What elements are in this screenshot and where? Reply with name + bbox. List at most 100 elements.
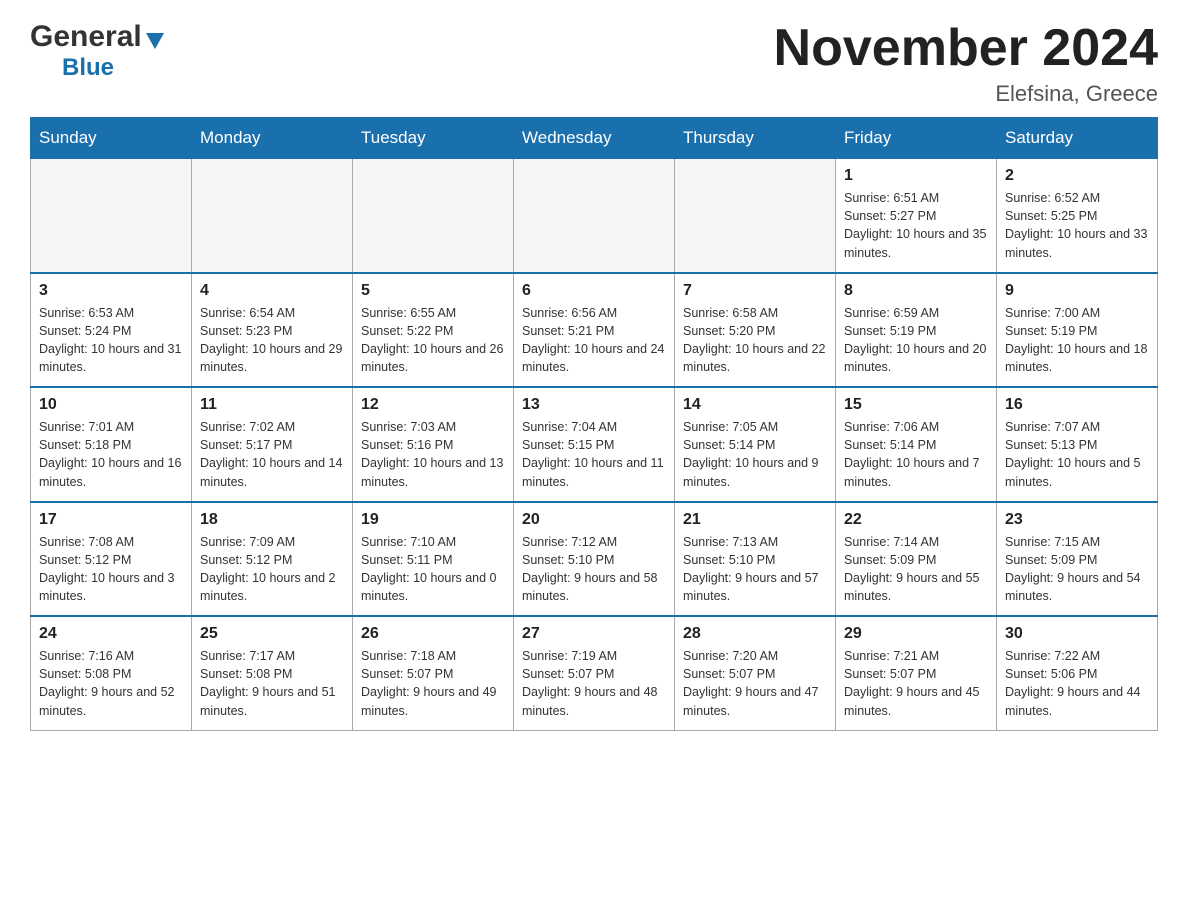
day-info: Sunrise: 7:13 AM Sunset: 5:10 PM Dayligh… — [683, 533, 827, 606]
day-info: Sunrise: 7:18 AM Sunset: 5:07 PM Dayligh… — [361, 647, 505, 720]
day-info: Sunrise: 7:07 AM Sunset: 5:13 PM Dayligh… — [1005, 418, 1149, 491]
day-info: Sunrise: 6:53 AM Sunset: 5:24 PM Dayligh… — [39, 304, 183, 377]
calendar-week-row: 17 Sunrise: 7:08 AM Sunset: 5:12 PM Dayli… — [31, 502, 1158, 617]
day-info: Sunrise: 7:19 AM Sunset: 5:07 PM Dayligh… — [522, 647, 666, 720]
table-row: 26 Sunrise: 7:18 AM Sunset: 5:07 PM Dayli… — [353, 616, 514, 730]
logo-blue-text: Blue — [62, 54, 114, 82]
day-info: Sunrise: 6:54 AM Sunset: 5:23 PM Dayligh… — [200, 304, 344, 377]
day-number: 15 — [844, 396, 988, 414]
calendar-week-row: 10 Sunrise: 7:01 AM Sunset: 5:18 PM Dayli… — [31, 387, 1158, 502]
table-row: 28Sunrise: 7:20 AM Sunset: 5:07 PM Dayli… — [675, 616, 836, 730]
day-info: Sunrise: 7:09 AM Sunset: 5:12 PM Dayligh… — [200, 533, 344, 606]
table-row — [192, 159, 353, 273]
day-number: 17 — [39, 511, 183, 529]
day-number: 29 — [844, 625, 988, 643]
table-row — [675, 159, 836, 273]
table-row: 30 Sunrise: 7:22 AM Sunset: 5:06 PM Dayli… — [997, 616, 1158, 730]
day-info: Sunrise: 7:15 AM Sunset: 5:09 PM Dayligh… — [1005, 533, 1149, 606]
day-number: 8 — [844, 282, 988, 300]
table-row: 2 Sunrise: 6:52 AM Sunset: 5:25 PM Daylig… — [997, 159, 1158, 273]
table-row: 23 Sunrise: 7:15 AM Sunset: 5:09 PM Dayli… — [997, 502, 1158, 617]
day-number: 21 — [683, 511, 827, 529]
day-number: 10 — [39, 396, 183, 414]
page-header: General Blue November 2024 Elefsina, Gre… — [30, 20, 1158, 107]
day-number: 26 — [361, 625, 505, 643]
day-info: Sunrise: 7:20 AM Sunset: 5:07 PM Dayligh… — [683, 647, 827, 720]
table-row: 9Sunrise: 7:00 AM Sunset: 5:19 PM Daylig… — [997, 273, 1158, 388]
title-section: November 2024 Elefsina, Greece — [774, 20, 1158, 107]
day-info: Sunrise: 7:10 AM Sunset: 5:11 PM Dayligh… — [361, 533, 505, 606]
day-info: Sunrise: 7:06 AM Sunset: 5:14 PM Dayligh… — [844, 418, 988, 491]
day-info: Sunrise: 6:56 AM Sunset: 5:21 PM Dayligh… — [522, 304, 666, 377]
logo-general-text: General — [30, 20, 142, 54]
day-number: 16 — [1005, 396, 1149, 414]
table-row: 24 Sunrise: 7:16 AM Sunset: 5:08 PM Dayli… — [31, 616, 192, 730]
day-number: 3 — [39, 282, 183, 300]
day-number: 1 — [844, 167, 988, 185]
table-row: 5Sunrise: 6:55 AM Sunset: 5:22 PM Daylig… — [353, 273, 514, 388]
table-row: 4Sunrise: 6:54 AM Sunset: 5:23 PM Daylig… — [192, 273, 353, 388]
table-row — [353, 159, 514, 273]
day-info: Sunrise: 7:01 AM Sunset: 5:18 PM Dayligh… — [39, 418, 183, 491]
day-number: 24 — [39, 625, 183, 643]
table-row: 8 Sunrise: 6:59 AM Sunset: 5:19 PM Daylig… — [836, 273, 997, 388]
table-row: 21 Sunrise: 7:13 AM Sunset: 5:10 PM Dayli… — [675, 502, 836, 617]
day-info: Sunrise: 7:16 AM Sunset: 5:08 PM Dayligh… — [39, 647, 183, 720]
day-info: Sunrise: 7:08 AM Sunset: 5:12 PM Dayligh… — [39, 533, 183, 606]
day-number: 14 — [683, 396, 827, 414]
day-info: Sunrise: 6:59 AM Sunset: 5:19 PM Dayligh… — [844, 304, 988, 377]
table-row: 19 Sunrise: 7:10 AM Sunset: 5:11 PM Dayli… — [353, 502, 514, 617]
header-wednesday: Wednesday — [514, 118, 675, 159]
day-number: 30 — [1005, 625, 1149, 643]
day-info: Sunrise: 6:58 AM Sunset: 5:20 PM Dayligh… — [683, 304, 827, 377]
day-number: 9 — [1005, 282, 1149, 300]
table-row: 16 Sunrise: 7:07 AM Sunset: 5:13 PM Dayli… — [997, 387, 1158, 502]
location-subtitle: Elefsina, Greece — [774, 81, 1158, 107]
logo-triangle-icon — [146, 33, 164, 49]
table-row: 13 Sunrise: 7:04 AM Sunset: 5:15 PM Dayli… — [514, 387, 675, 502]
table-row: 3 Sunrise: 6:53 AM Sunset: 5:24 PM Daylig… — [31, 273, 192, 388]
day-number: 18 — [200, 511, 344, 529]
table-row: 25 Sunrise: 7:17 AM Sunset: 5:08 PM Dayli… — [192, 616, 353, 730]
day-info: Sunrise: 7:14 AM Sunset: 5:09 PM Dayligh… — [844, 533, 988, 606]
table-row — [31, 159, 192, 273]
table-row: 10 Sunrise: 7:01 AM Sunset: 5:18 PM Dayli… — [31, 387, 192, 502]
day-info: Sunrise: 7:03 AM Sunset: 5:16 PM Dayligh… — [361, 418, 505, 491]
day-number: 25 — [200, 625, 344, 643]
header-monday: Monday — [192, 118, 353, 159]
day-info: Sunrise: 6:52 AM Sunset: 5:25 PM Dayligh… — [1005, 189, 1149, 262]
header-thursday: Thursday — [675, 118, 836, 159]
day-number: 7 — [683, 282, 827, 300]
day-number: 2 — [1005, 167, 1149, 185]
table-row: 12 Sunrise: 7:03 AM Sunset: 5:16 PM Dayli… — [353, 387, 514, 502]
table-row: 11Sunrise: 7:02 AM Sunset: 5:17 PM Dayli… — [192, 387, 353, 502]
month-year-title: November 2024 — [774, 20, 1158, 77]
day-number: 20 — [522, 511, 666, 529]
day-info: Sunrise: 6:55 AM Sunset: 5:22 PM Dayligh… — [361, 304, 505, 377]
table-row: 22Sunrise: 7:14 AM Sunset: 5:09 PM Dayli… — [836, 502, 997, 617]
day-info: Sunrise: 7:22 AM Sunset: 5:06 PM Dayligh… — [1005, 647, 1149, 720]
day-info: Sunrise: 7:17 AM Sunset: 5:08 PM Dayligh… — [200, 647, 344, 720]
logo: General Blue — [30, 20, 164, 82]
day-number: 23 — [1005, 511, 1149, 529]
day-number: 19 — [361, 511, 505, 529]
table-row: 20 Sunrise: 7:12 AM Sunset: 5:10 PM Dayli… — [514, 502, 675, 617]
header-tuesday: Tuesday — [353, 118, 514, 159]
calendar-week-row: 3 Sunrise: 6:53 AM Sunset: 5:24 PM Daylig… — [31, 273, 1158, 388]
day-number: 11 — [200, 396, 344, 414]
calendar-header-row: Sunday Monday Tuesday Wednesday Thursday… — [31, 118, 1158, 159]
day-number: 12 — [361, 396, 505, 414]
table-row: 7 Sunrise: 6:58 AM Sunset: 5:20 PM Daylig… — [675, 273, 836, 388]
day-info: Sunrise: 7:04 AM Sunset: 5:15 PM Dayligh… — [522, 418, 666, 491]
header-friday: Friday — [836, 118, 997, 159]
day-info: Sunrise: 7:12 AM Sunset: 5:10 PM Dayligh… — [522, 533, 666, 606]
calendar-week-row: 24 Sunrise: 7:16 AM Sunset: 5:08 PM Dayli… — [31, 616, 1158, 730]
day-number: 27 — [522, 625, 666, 643]
day-number: 13 — [522, 396, 666, 414]
header-sunday: Sunday — [31, 118, 192, 159]
table-row: 15 Sunrise: 7:06 AM Sunset: 5:14 PM Dayli… — [836, 387, 997, 502]
day-info: Sunrise: 7:21 AM Sunset: 5:07 PM Dayligh… — [844, 647, 988, 720]
table-row: 27 Sunrise: 7:19 AM Sunset: 5:07 PM Dayli… — [514, 616, 675, 730]
calendar-table: Sunday Monday Tuesday Wednesday Thursday… — [30, 117, 1158, 731]
table-row: 29 Sunrise: 7:21 AM Sunset: 5:07 PM Dayli… — [836, 616, 997, 730]
